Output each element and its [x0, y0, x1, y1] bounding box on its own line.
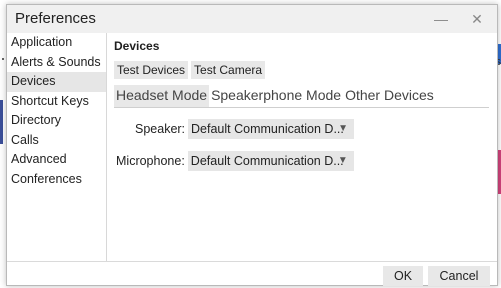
window-title: Preferences: [15, 10, 96, 27]
speaker-select[interactable]: Default Communication D... ▼: [188, 119, 355, 139]
dropdown-arrow-icon: ▼: [337, 155, 348, 166]
dropdown-arrow-icon: ▼: [338, 123, 349, 134]
speaker-label: Speaker:: [135, 122, 186, 136]
microphone-label: Microphone:: [116, 154, 185, 168]
tab-other-devices[interactable]: Other Devices: [343, 85, 436, 107]
minimize-button[interactable]: —: [429, 9, 453, 29]
dialog-footer: OK Cancel: [7, 261, 497, 286]
devices-panel: Devices Test Devices Test Camera Headset…: [107, 33, 497, 261]
cancel-button[interactable]: Cancel: [428, 266, 490, 286]
speaker-row: Speaker: Default Communication D... ▼: [135, 119, 355, 139]
test-devices-button[interactable]: Test Devices: [114, 61, 189, 79]
ok-button[interactable]: OK: [383, 266, 423, 286]
test-button-row: Test Devices Test Camera: [114, 61, 266, 79]
test-camera-button[interactable]: Test Camera: [191, 61, 266, 79]
microphone-select-value: Default Communication D...: [190, 154, 344, 168]
sidebar-item-directory[interactable]: Directory: [7, 111, 106, 131]
speaker-select-value: Default Communication D...: [191, 122, 344, 136]
microphone-select[interactable]: Default Communication D... ▼: [187, 151, 354, 171]
section-title: Devices: [114, 39, 160, 53]
tab-headset-mode[interactable]: Headset Mode: [114, 85, 210, 107]
preferences-sidebar: Application Alerts & Sounds Devices Shor…: [7, 33, 107, 261]
sidebar-item-shortcut-keys[interactable]: Shortcut Keys: [7, 92, 106, 112]
sidebar-item-alerts-sounds[interactable]: Alerts & Sounds: [7, 53, 106, 73]
sidebar-item-devices[interactable]: Devices: [7, 72, 106, 92]
mode-tabs: Headset Mode Speakerphone Mode Other Dev…: [114, 85, 489, 108]
sidebar-item-calls[interactable]: Calls: [7, 131, 106, 151]
sidebar-item-advanced[interactable]: Advanced: [7, 150, 106, 170]
sidebar-item-application[interactable]: Application: [7, 33, 106, 53]
close-button[interactable]: ✕: [465, 9, 489, 29]
tab-speakerphone-mode[interactable]: Speakerphone Mode: [209, 85, 343, 107]
background-window-strip: [0, 100, 3, 144]
title-bar[interactable]: Preferences — ✕: [7, 5, 497, 33]
sidebar-item-conferences[interactable]: Conferences: [7, 170, 106, 190]
background-window-dot: [2, 58, 4, 60]
preferences-dialog: Preferences — ✕ Application Alerts & Sou…: [6, 4, 498, 286]
microphone-row: Microphone: Default Communication D... ▼: [116, 151, 354, 171]
